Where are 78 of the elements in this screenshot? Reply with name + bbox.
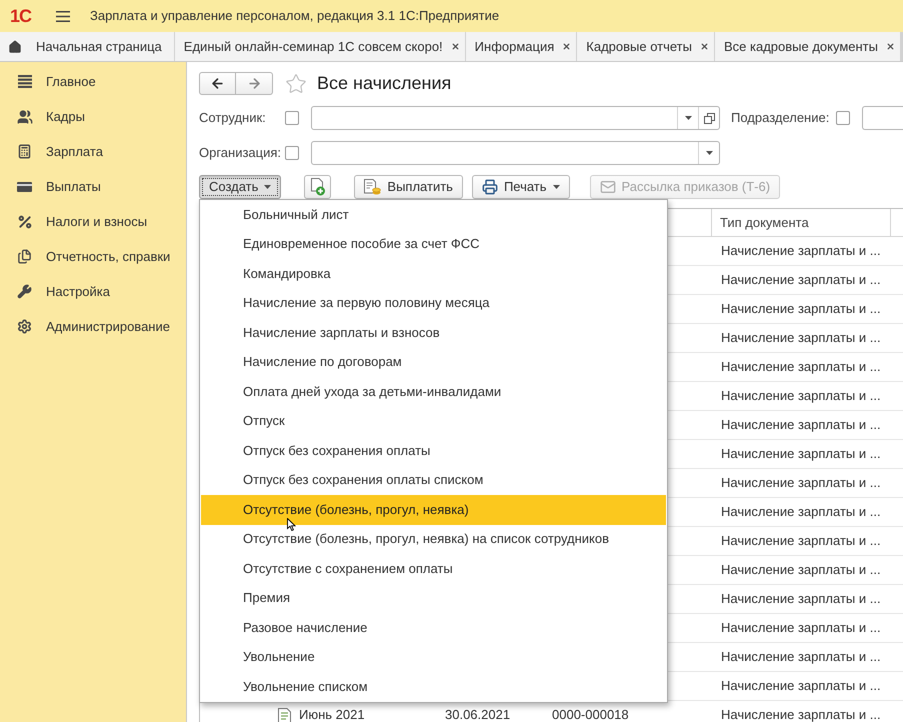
sidebar-item[interactable]: Зарплата [0,134,186,169]
table-cell: Начисление зарплаты и ... [721,388,881,403]
lines-icon [18,75,32,88]
sidebar-item[interactable]: Отчетность, справки [0,239,186,274]
sidebar-item[interactable]: Выплаты [0,169,186,204]
page-title: Все начисления [317,72,452,95]
right-arrow-icon [246,76,262,91]
table-cell: Начисление зарплаты и ... [721,359,881,374]
tab[interactable]: Единый онлайн-семинар 1С совсем скоро! [174,32,465,61]
home-icon [8,40,22,54]
close-icon[interactable] [700,42,709,51]
close-icon[interactable] [562,42,572,51]
table-cell: Начисление зарплаты и ... [721,707,881,722]
window-icon [704,112,714,124]
logo: 1С [10,6,32,26]
caret-icon [264,185,272,189]
sidebar-item[interactable]: Настройка [0,274,186,309]
table-cell: 30.06.2021 [445,707,510,722]
menu-item[interactable]: Отсутствие (болезнь, прогул, неявка) [201,495,666,524]
gear-icon [17,319,32,334]
close-icon[interactable] [886,42,895,51]
tab[interactable]: Информация [466,32,576,61]
input-field[interactable] [311,106,720,130]
table-cell: Начисление зарплаты и ... [721,620,881,635]
menu-icon[interactable] [56,10,70,22]
table-cell: Начисление зарплаты и ... [721,562,881,577]
field-label: Подразделение: [731,109,830,128]
tab[interactable]: Кадровые отчеты [577,32,714,61]
sidebar-item[interactable]: Кадры [0,99,186,134]
menu-button[interactable]: Создать [199,175,282,199]
menu-button[interactable]: Печать [472,175,570,199]
table-cell: 0000-000018 [552,707,629,722]
table-cell: Начисление зарплаты и ... [721,301,881,316]
percent-icon [16,214,32,230]
star-icon[interactable] [285,72,307,94]
table-cell: Начисление зарплаты и ... [721,417,881,432]
documents-icon [17,249,32,264]
field-label: Сотрудник: [199,109,267,128]
envelope-icon [600,179,616,195]
add-document-icon [310,178,326,196]
icon-button[interactable] [304,175,332,199]
caret-icon [706,151,712,155]
checkbox[interactable] [285,146,299,160]
printer-icon [482,179,498,195]
tab[interactable]: Начальная страница [0,32,174,61]
input-field[interactable] [862,106,903,130]
table-cell: Начисление зарплаты и ... [721,533,881,548]
checkbox[interactable] [836,111,850,125]
table-cell: Начисление зарплаты и ... [721,504,881,519]
close-icon[interactable] [450,42,460,51]
people-icon [16,108,32,124]
document-coins-icon [364,179,382,195]
input-field[interactable] [311,141,720,165]
column-header[interactable]: Тип документа [720,212,809,232]
table-cell: Начисление зарплаты и ... [721,446,881,461]
table-cell: Начисление зарплаты и ... [721,272,881,287]
card-icon [17,182,32,192]
table-cell: Начисление зарплаты и ... [721,678,881,693]
wrench-icon [17,284,32,299]
table-cell: Начисление зарплаты и ... [721,330,881,345]
sidebar-item[interactable]: Администрирование [0,309,186,344]
caret-icon [684,116,692,120]
table-cell: Начисление зарплаты и ... [721,475,881,490]
checkbox[interactable] [285,111,299,125]
table-cell: Начисление зарплаты и ... [721,243,881,258]
table-cell: Начисление зарплаты и ... [721,591,881,606]
caret-icon [552,185,560,189]
mouse-cursor-icon [287,518,296,531]
calculator-icon [17,144,32,159]
field-label: Организация: [199,144,282,162]
window-title: Зарплата и управление персоналом, редакция 3.1 1С:Предприятие [90,7,500,26]
back-button[interactable] [199,72,236,95]
sidebar-item[interactable]: Налоги и взносы [0,204,186,239]
sidebar-item[interactable]: Главное [0,64,186,99]
table-cell: Начисление зарплаты и ... [721,649,881,664]
toolbar-button[interactable]: Выплатить [354,175,463,199]
tab[interactable]: Все кадровые документы [714,32,900,61]
table-cell: Июнь 2021 [299,708,365,722]
